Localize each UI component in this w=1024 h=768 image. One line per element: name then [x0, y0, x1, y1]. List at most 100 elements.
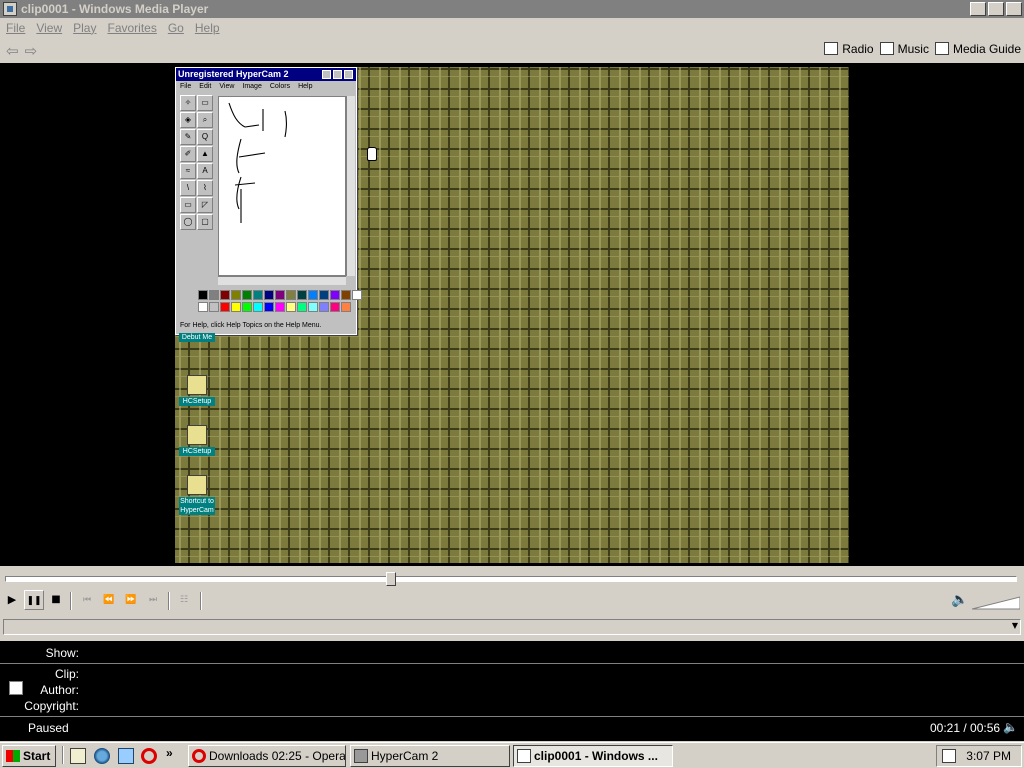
palette-swatch: [297, 301, 307, 312]
palette-swatch: [275, 301, 285, 312]
forward-arrow-icon[interactable]: ⇨: [25, 42, 38, 60]
menu-view[interactable]: View: [36, 21, 62, 35]
palette-swatch: [242, 290, 252, 300]
palette-swatch: [231, 290, 241, 300]
music-label: Music: [897, 42, 929, 56]
task-hypercam[interactable]: HyperCam 2: [350, 745, 510, 767]
minimize-button[interactable]: _: [970, 2, 986, 16]
task-opera[interactable]: Downloads 02:25 - Opera: [188, 745, 346, 767]
clock[interactable]: 3:07 PM: [966, 746, 1011, 766]
clip-label: Clip:: [54, 667, 79, 681]
paint-tool-icon: ◯: [180, 214, 196, 230]
menu-bar: File View Play Favorites Go Help: [0, 19, 231, 37]
menu-help[interactable]: Help: [195, 21, 220, 35]
hc-min-icon: [322, 70, 331, 79]
play-button[interactable]: ▶: [2, 590, 22, 610]
palette-swatch: [198, 290, 208, 300]
paint-tool-icon: ⌕: [197, 112, 213, 128]
palette-swatch: [198, 301, 208, 312]
stop-button[interactable]: ■: [46, 590, 66, 610]
task-media-player[interactable]: clip0001 - Windows ...: [513, 745, 673, 767]
radio-link[interactable]: Radio: [824, 42, 874, 56]
mute-icon[interactable]: 🔈: [951, 592, 968, 608]
task-label: Downloads 02:25 - Opera: [209, 749, 346, 763]
video-area[interactable]: Unregistered HyperCam 2 File Edit View I…: [0, 63, 1024, 566]
close-button[interactable]: x: [1006, 2, 1022, 16]
hypercam-title-text: Unregistered HyperCam 2: [178, 69, 289, 79]
paint-tool-icon: ▭: [197, 95, 213, 111]
paint-tool-icon: ✎: [180, 129, 196, 145]
clip-info-panel: Show: Clip: Author: Copyright: Paused 00…: [0, 641, 1024, 741]
title-bar[interactable]: clip0001 - Windows Media Player _ ❐ x: [0, 0, 1024, 18]
hc-menu-item: Edit: [199, 83, 212, 90]
palette-swatch: [297, 290, 307, 300]
playlist-dropdown[interactable]: ▼: [3, 619, 1021, 635]
desktop-icon: Debut Me: [179, 333, 215, 342]
seek-bar[interactable]: [5, 572, 1017, 586]
internet-explorer-icon[interactable]: [94, 748, 110, 764]
speaker-icon[interactable]: 🔈: [1003, 720, 1018, 734]
back-arrow-icon[interactable]: ⇦: [6, 42, 19, 60]
next-button[interactable]: ⏭: [143, 590, 163, 610]
palette-swatch: [209, 290, 219, 300]
quicklaunch-more[interactable]: »: [166, 746, 173, 760]
canvas-vscroll: [346, 96, 355, 276]
menu-file[interactable]: File: [6, 21, 25, 35]
hc-menu: File Edit View Image Colors Help: [176, 81, 356, 92]
palette-swatch: [209, 301, 219, 312]
desktop-icon-label: Shortcut to HyperCam: [179, 497, 215, 515]
rewind-button[interactable]: ⏪: [99, 590, 119, 610]
paint-tool-icon: \: [180, 180, 196, 196]
menu-play[interactable]: Play: [73, 21, 96, 35]
hc-status-text: For Help, click Help Topics on the Help …: [180, 322, 322, 329]
paint-tool-icon: ✐: [180, 146, 196, 162]
playlist-button[interactable]: ☷: [174, 590, 194, 610]
media-guide-label: Media Guide: [952, 42, 1021, 56]
music-link[interactable]: Music: [879, 42, 929, 56]
paint-tool-icon: ▭: [180, 197, 196, 213]
menu-go[interactable]: Go: [168, 21, 184, 35]
desktop-icon-label: HCSetup: [179, 397, 215, 406]
palette-swatch: [242, 301, 252, 312]
paint-tool-icon: A: [197, 163, 213, 179]
paint-tool-icon: ▲: [197, 146, 213, 162]
restore-button[interactable]: ❐: [988, 2, 1004, 16]
menu-favorites[interactable]: Favorites: [107, 21, 156, 35]
setup-icon: [187, 375, 207, 395]
tool-palette: ✧ ▭ ◈ ⌕ ✎ Q ✐ ▲ ≈ A \ ⌇ ▭ ◸ ◯ ▢: [180, 95, 213, 230]
palette-swatch: [264, 290, 274, 300]
desktop-icon-label: HCSetup: [179, 447, 215, 456]
volume-slider[interactable]: [972, 596, 1020, 610]
palette-swatch: [319, 301, 329, 312]
media-guide-link[interactable]: Media Guide: [934, 42, 1021, 56]
paint-tool-icon: ✧: [180, 95, 196, 111]
taskbar: Start » Downloads 02:25 - Opera HyperCam…: [0, 742, 1024, 768]
start-button[interactable]: Start: [2, 745, 56, 767]
palette-swatch: [308, 301, 318, 312]
show-desktop-icon[interactable]: [70, 748, 86, 764]
palette-swatch: [330, 290, 340, 300]
palette-swatch: [352, 290, 362, 300]
scheduler-icon[interactable]: [942, 749, 956, 763]
opera-icon[interactable]: [141, 748, 157, 764]
hc-menu-item: Help: [298, 83, 313, 90]
hypercam-shortcut-icon: [187, 475, 207, 495]
seek-thumb[interactable]: [386, 572, 396, 586]
hc-menu-item: Image: [242, 83, 262, 90]
outlook-icon[interactable]: [118, 748, 134, 764]
hypercam-title: Unregistered HyperCam 2: [176, 68, 356, 81]
palette-swatch: [275, 290, 285, 300]
chevron-down-icon: ▼: [1011, 621, 1018, 630]
fast-forward-button[interactable]: ⏩: [121, 590, 141, 610]
color-palette: [180, 290, 362, 312]
media-player-icon: [517, 749, 531, 763]
desktop-icon: Shortcut to HyperCam: [179, 475, 215, 515]
palette-swatch: [253, 290, 263, 300]
pause-button[interactable]: ❚❚: [24, 590, 44, 610]
hc-menu-item: Colors: [269, 83, 291, 90]
previous-button[interactable]: ⏮: [77, 590, 97, 610]
paint-tool-icon: ◸: [197, 197, 213, 213]
palette-swatch: [264, 301, 274, 312]
hc-menu-item: File: [180, 83, 192, 90]
palette-swatch: [286, 301, 296, 312]
